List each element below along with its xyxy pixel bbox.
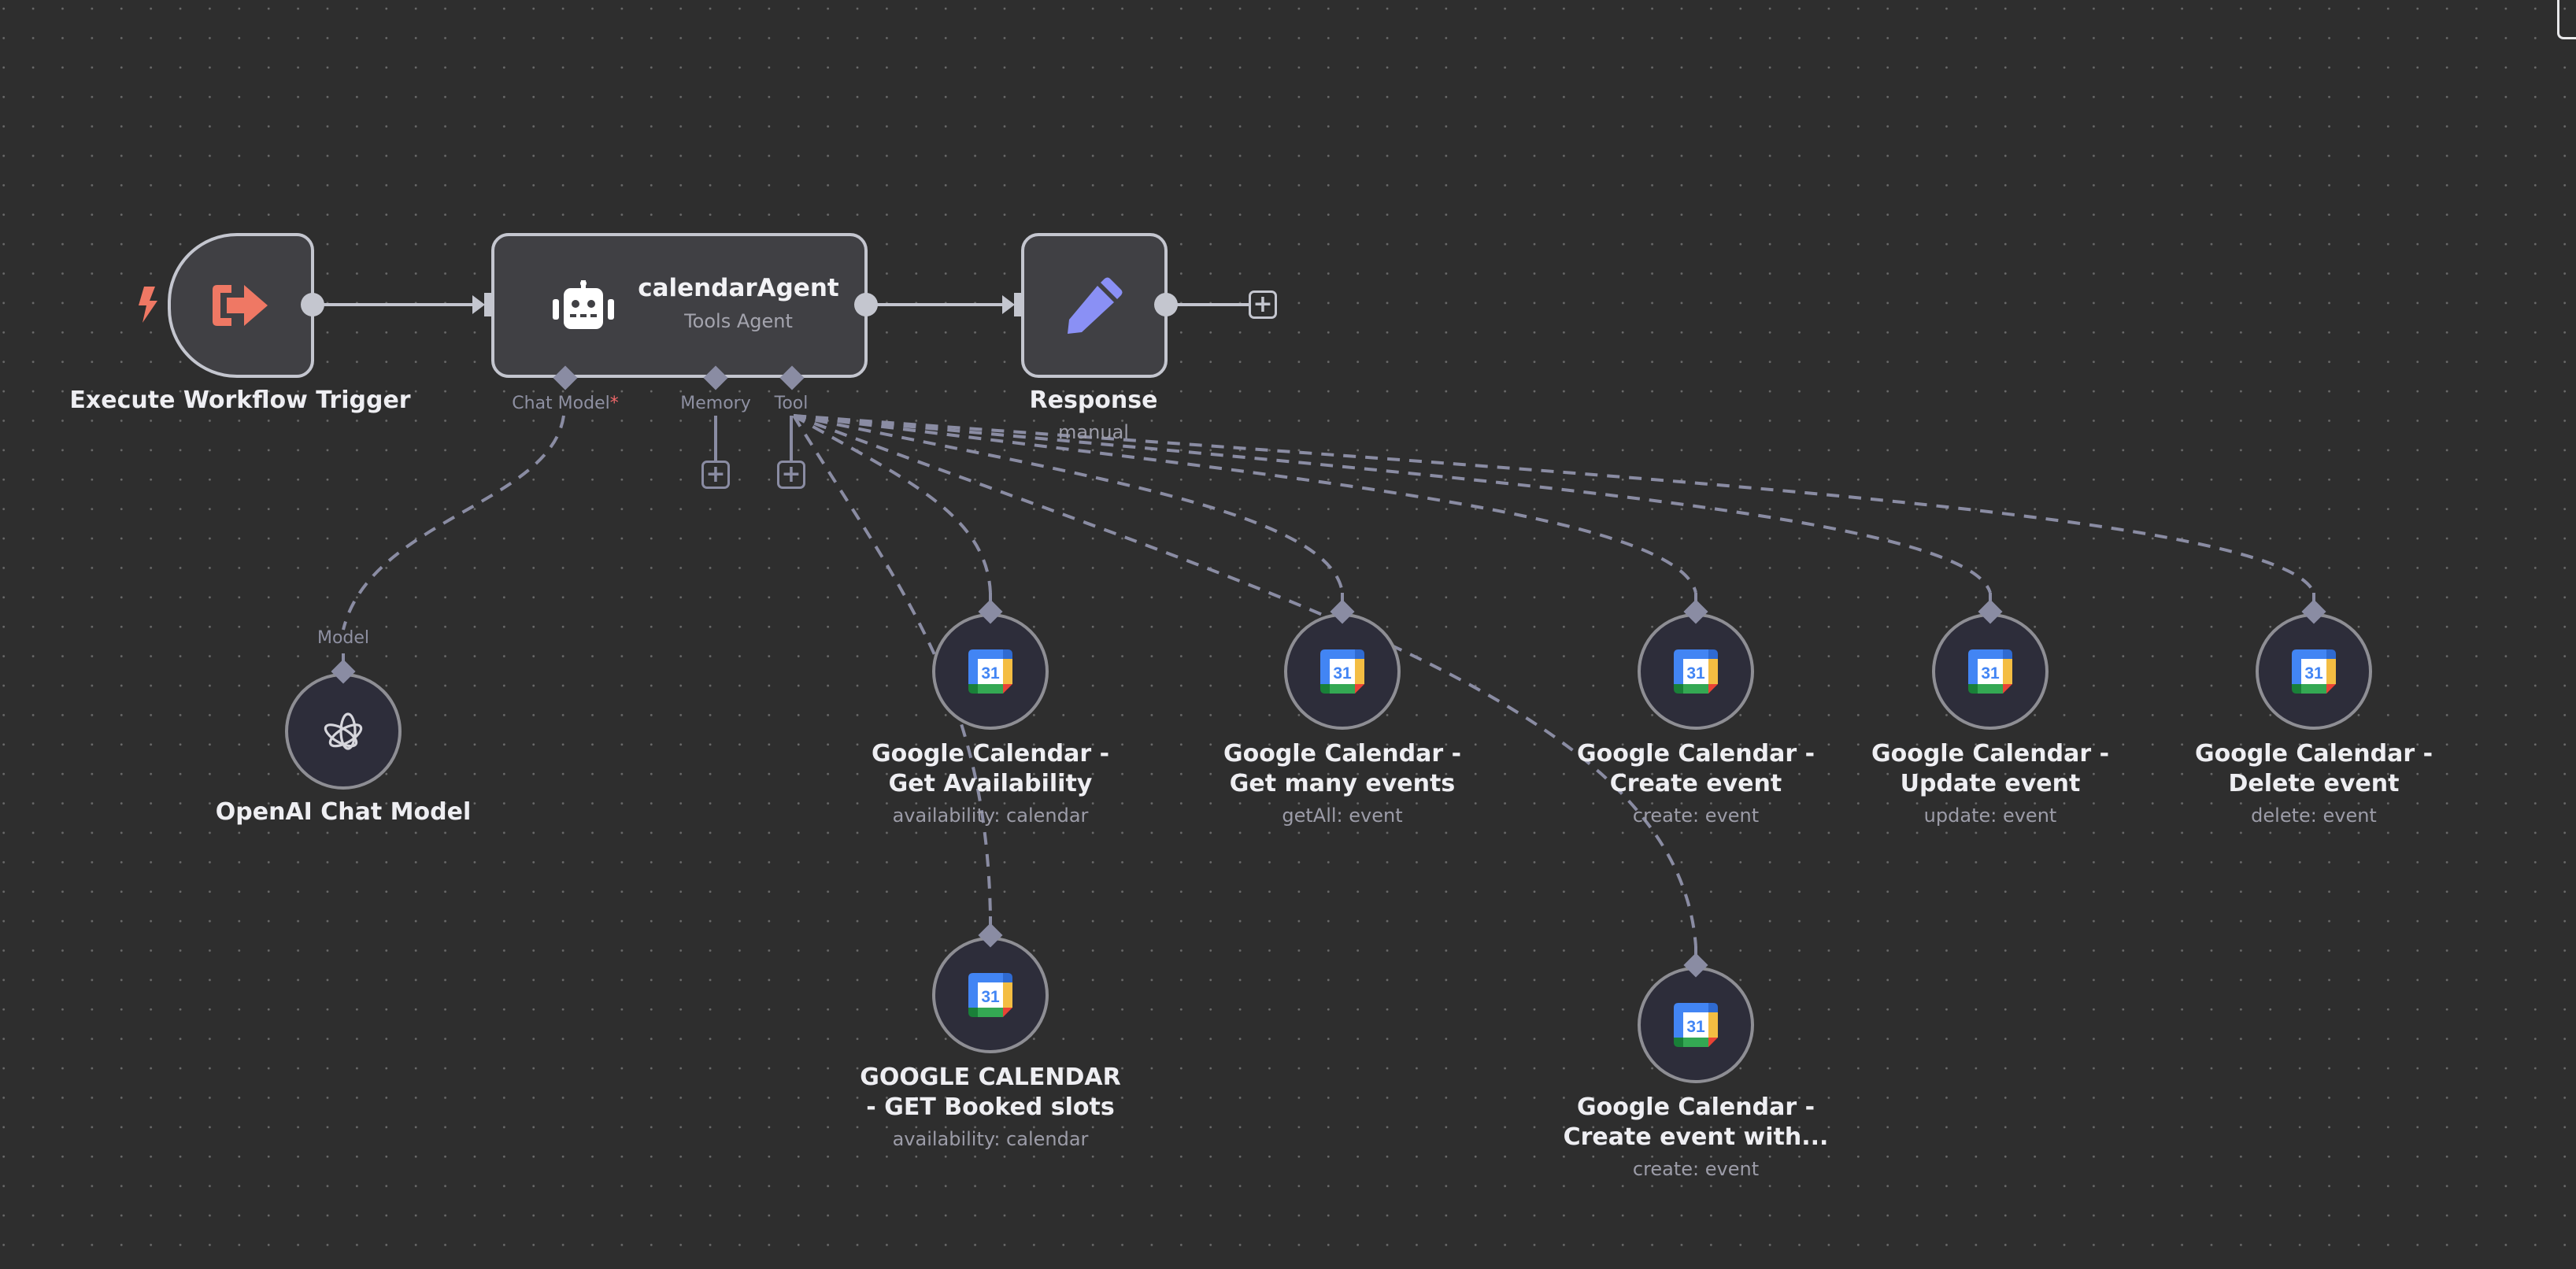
response-output-handle[interactable] — [1154, 293, 1178, 316]
calendar-day-text: 31 — [1333, 664, 1352, 683]
tool-title: Google Calendar - Create event with... — [1564, 1093, 1829, 1152]
tool-subtitle: getAll: event — [1282, 805, 1403, 827]
google-calendar-tool-node[interactable]: 31 — [1638, 967, 1754, 1083]
memory-port-label: Memory — [680, 394, 751, 413]
google-calendar-tool-node[interactable]: 31 — [1638, 613, 1754, 730]
connections-layer — [313, 295, 2315, 962]
google-calendar-tool-node[interactable]: 31 — [1932, 613, 2049, 730]
tool-title: Google Calendar - Update event — [1871, 739, 2109, 799]
panel-corner-frame — [2557, 0, 2576, 39]
google-calendar-icon: 31 — [1674, 1003, 1718, 1047]
google-calendar-tool-node[interactable]: 31 — [932, 613, 1049, 730]
chat-model-label-text: Chat Model — [512, 394, 610, 413]
calendar-day-text: 31 — [2304, 664, 2323, 683]
tool-title-line1: Google Calendar - — [1576, 740, 1815, 768]
calendar-day-text: 31 — [1686, 664, 1705, 683]
tool-title-line2: - GET Booked slots — [866, 1093, 1115, 1121]
tool-title-line2: Get Availability — [888, 770, 1093, 797]
tool-title: GOOGLE CALENDAR - GET Booked slots — [860, 1063, 1120, 1123]
robot-icon — [553, 280, 614, 329]
response-node[interactable] — [1021, 233, 1168, 378]
required-mark: * — [609, 394, 619, 413]
add-memory-button[interactable]: + — [701, 461, 730, 489]
add-next-node-button[interactable]: + — [1249, 290, 1277, 319]
tool-title-line1: Google Calendar - — [871, 740, 1110, 768]
google-calendar-icon: 31 — [968, 973, 1012, 1017]
tool-title-line1: Google Calendar - — [1223, 740, 1462, 768]
edge-agent-to-openai[interactable] — [342, 415, 565, 631]
tool-title-line1: Google Calendar - — [1576, 1093, 1815, 1121]
lightning-bolt-icon — [139, 287, 157, 323]
tool-subtitle: create: event — [1632, 805, 1760, 827]
pencil-icon — [1068, 277, 1123, 334]
tool-title: Google Calendar - Delete event — [2195, 739, 2433, 799]
google-calendar-icon: 31 — [2292, 649, 2336, 694]
edge-agent-to-tool[interactable] — [793, 414, 992, 594]
google-calendar-tool-node[interactable]: 31 — [932, 937, 1049, 1053]
calendar-day-text: 31 — [1981, 664, 2000, 683]
add-tool-button[interactable]: + — [777, 461, 805, 489]
response-subtitle: manual — [1058, 421, 1129, 443]
google-calendar-tool-node[interactable]: 31 — [1284, 613, 1401, 730]
openai-title: OpenAI Chat Model — [215, 798, 472, 826]
edge-agent-to-tool[interactable] — [793, 414, 1992, 594]
agent-subtitle: Tools Agent — [684, 310, 793, 332]
google-calendar-icon: 31 — [1968, 649, 2012, 694]
openai-logo-icon — [324, 712, 363, 750]
tool-subtitle: delete: event — [2251, 805, 2377, 827]
tool-title-line1: Google Calendar - — [2194, 740, 2434, 768]
calendar-agent-node[interactable]: calendarAgent Tools Agent — [491, 233, 868, 378]
openai-model-port-label: Model — [316, 628, 370, 648]
tool-title-line2: Create event — [1609, 770, 1782, 797]
response-input-handle[interactable] — [1014, 293, 1023, 316]
response-title: Response — [1029, 387, 1158, 414]
google-calendar-tool-node[interactable]: 31 — [2256, 613, 2372, 730]
google-calendar-icon: 31 — [1674, 649, 1718, 694]
agent-title: calendarAgent — [638, 274, 839, 302]
agent-output-handle[interactable] — [854, 293, 878, 316]
sign-in-arrow-icon — [213, 285, 268, 326]
tool-port-label: Tool — [774, 394, 809, 413]
calendar-day-text: 31 — [1686, 1018, 1705, 1036]
tool-subtitle: create: event — [1632, 1158, 1760, 1180]
tool-title: Google Calendar - Get many events — [1223, 739, 1461, 799]
tool-subtitle: availability: calendar — [892, 805, 1089, 827]
openai-chat-model-node[interactable] — [285, 673, 402, 790]
tool-title-line1: Google Calendar - — [1871, 740, 2110, 768]
tool-title-line2: Create event with... — [1563, 1123, 1829, 1151]
tool-subtitle: update: event — [1923, 805, 2057, 827]
tool-title-line1: GOOGLE CALENDAR — [860, 1064, 1121, 1091]
trigger-output-handle[interactable] — [301, 293, 324, 316]
agent-input-handle[interactable] — [484, 293, 494, 316]
execute-workflow-trigger-node[interactable] — [168, 233, 314, 378]
calendar-day-text: 31 — [981, 988, 1000, 1006]
google-calendar-icon: 31 — [968, 649, 1012, 694]
google-calendar-icon: 31 — [1320, 649, 1364, 694]
tool-title-line2: Delete event — [2228, 770, 2400, 797]
chat-model-port-label: Chat Model* — [512, 394, 618, 413]
tool-title: Google Calendar - Create event — [1577, 739, 1815, 799]
trigger-title: Execute Workflow Trigger — [69, 387, 411, 414]
tool-subtitle: availability: calendar — [892, 1128, 1089, 1150]
calendar-day-text: 31 — [981, 664, 1000, 683]
tool-title: Google Calendar - Get Availability — [872, 739, 1109, 799]
tool-title-line2: Get many events — [1229, 770, 1456, 797]
tool-title-line2: Update event — [1900, 770, 2081, 797]
